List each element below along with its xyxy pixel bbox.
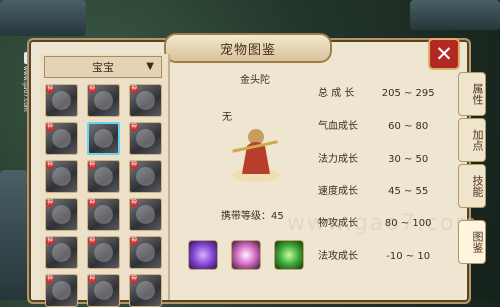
roof-right xyxy=(410,0,500,30)
pet-avatar xyxy=(136,281,155,300)
rarity-badge: 神 xyxy=(46,199,54,207)
stat-row: 物攻成长 80 ~ 100 xyxy=(318,214,437,229)
stat-label: 法攻成长 xyxy=(318,251,358,262)
pet-card[interactable]: 神 xyxy=(87,84,120,117)
stat-label: 气血成长 xyxy=(318,121,358,132)
rarity-badge: 神 xyxy=(130,275,138,283)
rarity-badge: 神 xyxy=(46,123,54,131)
pet-type-label: 宝宝 xyxy=(92,61,114,74)
pet-card[interactable]: 神 xyxy=(87,236,120,269)
pet-card[interactable]: 神 xyxy=(45,160,78,193)
pet-avatar xyxy=(52,281,71,300)
carry-level: 携带等级：45 xyxy=(221,211,284,222)
rarity-badge: 神 xyxy=(88,275,96,283)
rarity-badge: 神 xyxy=(46,85,54,93)
building-left xyxy=(0,170,28,300)
stat-row: 法力成长 30 ~ 50 xyxy=(318,150,437,165)
pet-card[interactable]: 神 xyxy=(87,274,120,307)
stat-label: 总 成 长 xyxy=(318,88,355,99)
rarity-badge: 神 xyxy=(130,199,138,207)
pet-avatar xyxy=(136,205,155,224)
pet-avatar xyxy=(94,129,113,148)
pet-card[interactable]: 神 xyxy=(129,198,162,231)
stat-row: 气血成长 60 ~ 80 xyxy=(318,117,437,132)
stat-row: 总 成 长 205 ~ 295 xyxy=(318,84,437,99)
pet-avatar xyxy=(94,205,113,224)
pet-avatar xyxy=(52,91,71,110)
pet-avatar xyxy=(136,91,155,110)
pet-card[interactable]: 神 xyxy=(129,274,162,307)
pet-avatar xyxy=(94,281,113,300)
skull-skill-icon[interactable] xyxy=(274,240,304,270)
pet-card[interactable]: 神 xyxy=(45,274,78,307)
pet-avatar xyxy=(136,129,155,148)
pet-card[interactable]: 神 xyxy=(129,160,162,193)
rarity-badge: 神 xyxy=(130,161,138,169)
stat-row: 速度成长 45 ~ 55 xyxy=(318,182,437,197)
pet-avatar xyxy=(94,167,113,186)
spike-skill-icon[interactable] xyxy=(231,240,261,270)
pet-card[interactable]: 神 xyxy=(129,84,162,117)
close-icon: ✕ xyxy=(435,42,453,66)
pet-card[interactable]: 神 xyxy=(87,160,120,193)
pet-card[interactable]: 神 xyxy=(87,198,120,231)
close-button[interactable]: ✕ xyxy=(428,38,460,70)
stat-value: 205 ~ 295 xyxy=(381,88,435,99)
pet-card[interactable]: 神 xyxy=(45,122,78,155)
rarity-badge: 神 xyxy=(130,123,138,131)
pet-name: 金头陀 xyxy=(240,75,270,86)
rarity-badge: 神 xyxy=(88,237,96,245)
roof-left xyxy=(0,0,86,36)
tab-encyclopedia[interactable]: 图鉴 xyxy=(458,220,486,264)
pet-card[interactable]: 神 xyxy=(129,236,162,269)
pet-avatar xyxy=(136,167,155,186)
pet-card[interactable]: 神 xyxy=(45,236,78,269)
pet-card-selected[interactable] xyxy=(87,122,120,155)
pet-card[interactable]: 神 xyxy=(45,84,78,117)
rarity-badge: 神 xyxy=(130,85,138,93)
stat-value: 30 ~ 50 xyxy=(388,154,429,165)
rarity-badge: 神 xyxy=(88,199,96,207)
tab-attributes[interactable]: 属性 xyxy=(458,72,486,116)
stat-value: 45 ~ 55 xyxy=(388,186,429,197)
rarity-badge: 神 xyxy=(88,161,96,169)
pet-type-dropdown[interactable]: 宝宝 ▼ xyxy=(44,56,162,78)
stat-label: 速度成长 xyxy=(318,186,358,197)
stat-value: 80 ~ 100 xyxy=(384,218,432,229)
pet-avatar xyxy=(52,167,71,186)
pet-card[interactable]: 神 xyxy=(129,122,162,155)
pet-avatar xyxy=(52,205,71,224)
pet-card[interactable]: 神 xyxy=(45,198,78,231)
swirl-skill-icon[interactable] xyxy=(188,240,218,270)
tab-points[interactable]: 加点 xyxy=(458,118,486,162)
pet-avatar xyxy=(52,243,71,262)
pet-avatar xyxy=(136,243,155,262)
rarity-badge: 神 xyxy=(46,161,54,169)
page-title: 宠物图鉴 xyxy=(164,33,332,63)
rarity-badge: 神 xyxy=(130,237,138,245)
pet-portrait xyxy=(232,129,280,182)
rarity-badge: 神 xyxy=(46,275,54,283)
stat-label: 法力成长 xyxy=(318,154,358,165)
stat-label: 物攻成长 xyxy=(318,218,358,229)
stat-value: -10 ~ 10 xyxy=(386,251,431,262)
rarity-badge: 神 xyxy=(88,85,96,93)
tab-skills[interactable]: 技能 xyxy=(458,164,486,208)
stat-row: 法攻成长 -10 ~ 10 xyxy=(318,247,437,262)
pet-avatar xyxy=(94,91,113,110)
stat-value: 60 ~ 80 xyxy=(388,121,429,132)
pet-avatar xyxy=(52,129,71,148)
chevron-down-icon: ▼ xyxy=(146,61,154,72)
pet-avatar xyxy=(94,243,113,262)
rarity-badge: 神 xyxy=(46,237,54,245)
